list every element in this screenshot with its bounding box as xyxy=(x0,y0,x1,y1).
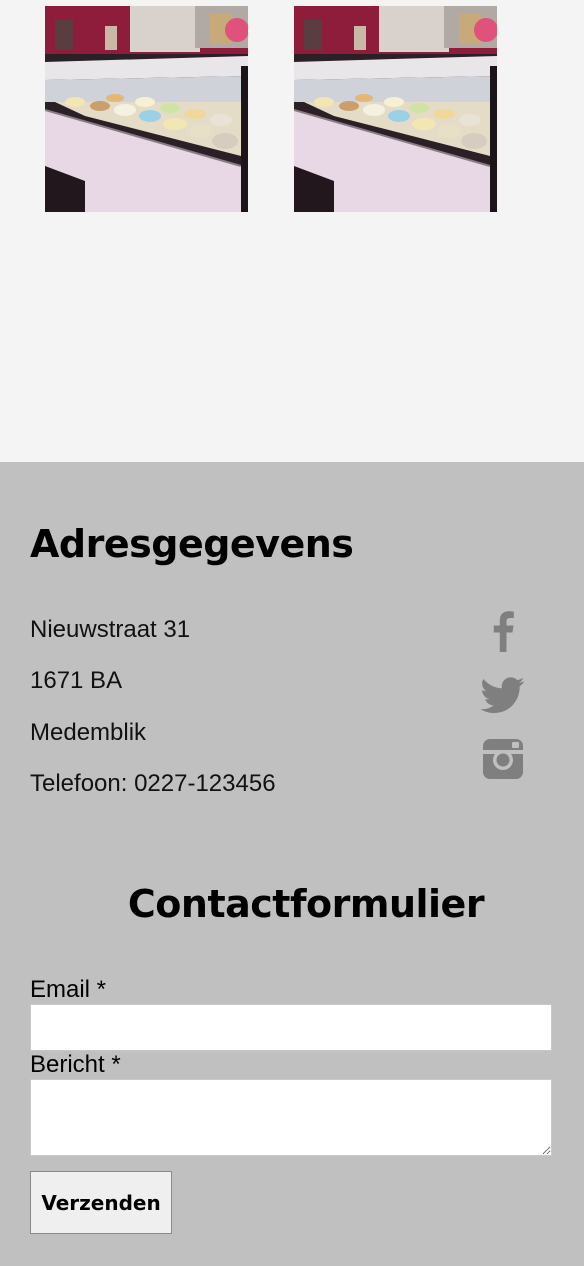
message-label: Bericht * xyxy=(30,1051,121,1078)
message-field[interactable] xyxy=(30,1079,552,1156)
address-postal-code: 1671 BA xyxy=(30,667,123,694)
footer: Adresgegevens Nieuwstraat 31 1671 BA Med… xyxy=(0,462,584,1266)
address-city: Medemblik xyxy=(30,719,147,746)
email-label: Email * xyxy=(30,976,107,1003)
email-field[interactable] xyxy=(30,1004,552,1051)
twitter-icon xyxy=(481,677,525,714)
address-heading: Adresgegevens xyxy=(30,522,354,566)
photo-gallery xyxy=(0,0,584,462)
facebook-icon xyxy=(493,611,514,652)
instagram-link[interactable] xyxy=(481,737,525,781)
submit-button[interactable]: Verzenden xyxy=(30,1171,172,1234)
contact-form-heading: Contactformulier xyxy=(127,882,485,926)
ice-cream-display-photo xyxy=(45,6,248,212)
gallery-image[interactable] xyxy=(45,6,248,212)
twitter-link[interactable] xyxy=(481,672,525,716)
instagram-icon xyxy=(483,739,523,779)
address-street: Nieuwstraat 31 xyxy=(30,616,191,643)
gallery-image[interactable] xyxy=(294,6,497,212)
address-phone: Telefoon: 0227-123456 xyxy=(30,770,276,797)
facebook-link[interactable] xyxy=(481,608,525,652)
ice-cream-display-photo xyxy=(294,6,497,212)
